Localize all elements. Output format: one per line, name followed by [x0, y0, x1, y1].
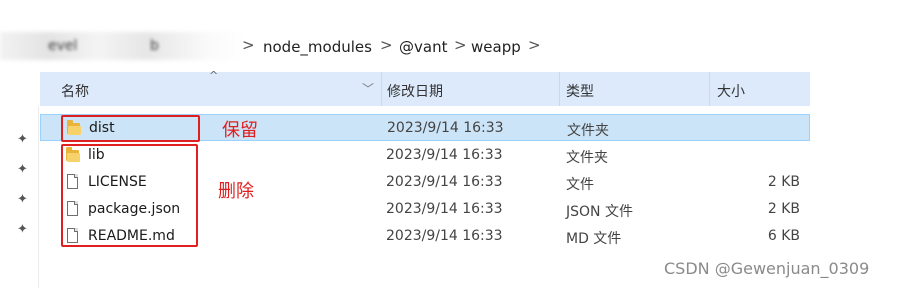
column-header-name[interactable]: 名称: [61, 81, 89, 101]
file-type: MD 文件: [566, 231, 622, 247]
pin-icon[interactable]: ✦: [17, 132, 28, 147]
file-type: JSON 文件: [566, 204, 633, 220]
watermark-text: CSDN @Gewenjuan_0309: [664, 259, 870, 278]
keep-annotation-label: 保留: [222, 120, 258, 141]
breadcrumb-separator: >: [242, 36, 255, 54]
breadcrumb-vant[interactable]: @vant: [399, 38, 447, 56]
file-type: 文件夹: [567, 123, 609, 139]
column-header-type[interactable]: 类型: [566, 81, 594, 101]
column-header-modified[interactable]: 修改日期: [387, 81, 443, 101]
file-modified: 2023/9/14 16:33: [386, 201, 503, 217]
column-header: 名称 修改日期 类型 大小: [40, 72, 810, 106]
address-breadcrumb[interactable]: evel b > node_modules > @vant > weapp >: [0, 26, 905, 68]
file-size: 2 KB: [767, 201, 800, 217]
file-size: 6 KB: [767, 228, 800, 244]
keep-annotation-box: [61, 115, 200, 142]
delete-annotation-box: [61, 144, 198, 247]
file-modified: 2023/9/14 16:33: [386, 228, 503, 244]
pane-separator: [38, 106, 39, 288]
breadcrumb-weapp[interactable]: weapp: [471, 38, 521, 56]
breadcrumb-separator: >: [454, 36, 467, 54]
column-header-size[interactable]: 大小: [717, 81, 745, 101]
breadcrumb-separator: >: [528, 36, 541, 54]
column-divider[interactable]: [381, 72, 382, 106]
chevron-down-icon[interactable]: ﹀: [362, 80, 374, 97]
file-modified: 2023/9/14 16:33: [387, 120, 504, 136]
file-modified: 2023/9/14 16:33: [386, 174, 503, 190]
sort-ascending-icon: ^: [209, 69, 219, 82]
blurred-path-text-2: b: [150, 38, 159, 54]
column-divider[interactable]: [559, 72, 560, 106]
breadcrumb-node-modules[interactable]: node_modules: [263, 38, 372, 56]
delete-annotation-label: 删除: [218, 181, 254, 202]
pin-icon[interactable]: ✦: [17, 222, 28, 237]
column-divider[interactable]: [709, 72, 710, 106]
file-size: 2 KB: [767, 174, 800, 190]
blurred-path-text: evel: [48, 38, 78, 54]
pin-icon[interactable]: ✦: [17, 192, 28, 207]
blurred-path-region: [0, 32, 245, 60]
file-type: 文件夹: [566, 150, 608, 166]
navigation-pane: ✦ ✦ ✦ ✦: [0, 106, 38, 288]
file-type: 文件: [566, 177, 594, 193]
file-modified: 2023/9/14 16:33: [386, 147, 503, 163]
pin-icon[interactable]: ✦: [17, 162, 28, 177]
breadcrumb-separator: >: [380, 36, 393, 54]
